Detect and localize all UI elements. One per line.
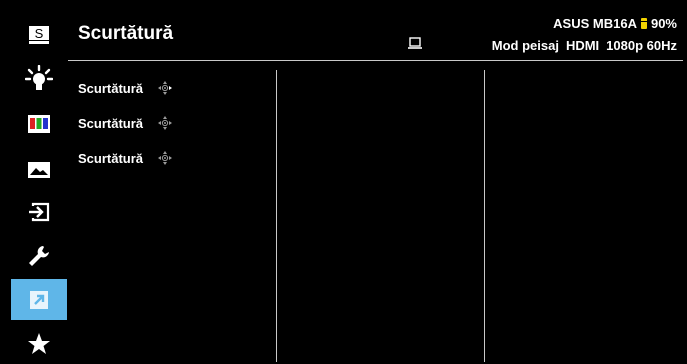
shortcut-menu-item[interactable]: Scurtătură (78, 80, 173, 96)
sidebar-item-image[interactable] (11, 149, 67, 190)
sidebar-item-system-setup[interactable] (11, 235, 67, 276)
menu-item-label: Scurtătură (78, 80, 144, 96)
battery-icon (640, 18, 647, 29)
image-icon (28, 161, 50, 178)
sidebar-item-color[interactable] (11, 103, 67, 144)
sidebar-item-blue-light[interactable] (11, 58, 67, 99)
input-select-icon (29, 202, 50, 221)
sidebar: S (11, 8, 67, 360)
system-setup-icon (29, 245, 49, 266)
shortcut-icon (30, 290, 48, 309)
navigation-arrows-icon (158, 81, 173, 95)
model-status: ASUS MB16A 90% (553, 16, 677, 31)
menu-item-label: Scurtătură (78, 115, 144, 131)
laptop-icon (408, 37, 422, 49)
blue-light-filter-icon (25, 64, 53, 90)
input-source: HDMI (565, 38, 600, 53)
signal-info: Mod peisaj HDMI 1080p 60Hz (492, 38, 677, 53)
svg-text:S: S (35, 26, 44, 41)
navigation-arrows-icon (158, 116, 173, 130)
myfavorite-icon (28, 332, 50, 354)
page-title: Scurtătură (78, 23, 174, 44)
header: Scurtătură ASUS MB16A 90% Mod peisaj HDM… (68, 8, 683, 61)
osd-panel: S Scurtătură ASUS MB16A 90% Mod peisaj H… (0, 0, 687, 364)
sidebar-item-myfavorite[interactable] (11, 323, 67, 364)
color-icon (28, 114, 50, 133)
shortcut-menu-item[interactable]: Scurtătură (78, 115, 173, 131)
display-mode: Mod peisaj (491, 38, 559, 53)
splendid-icon: S (29, 25, 49, 44)
menu-item-label: Scurtătură (78, 150, 144, 166)
sidebar-item-shortcut[interactable] (11, 279, 67, 320)
battery-level: 90% (650, 16, 677, 31)
sidebar-item-splendid[interactable]: S (11, 14, 67, 55)
shortcut-menu-item[interactable]: Scurtătură (78, 150, 173, 166)
sidebar-item-input-select[interactable] (11, 191, 67, 232)
navigation-arrows-icon (158, 151, 173, 165)
column-divider (276, 70, 277, 362)
model-name: ASUS MB16A (553, 16, 637, 31)
resolution: 1080p 60Hz (606, 38, 677, 53)
column-divider (484, 70, 485, 362)
